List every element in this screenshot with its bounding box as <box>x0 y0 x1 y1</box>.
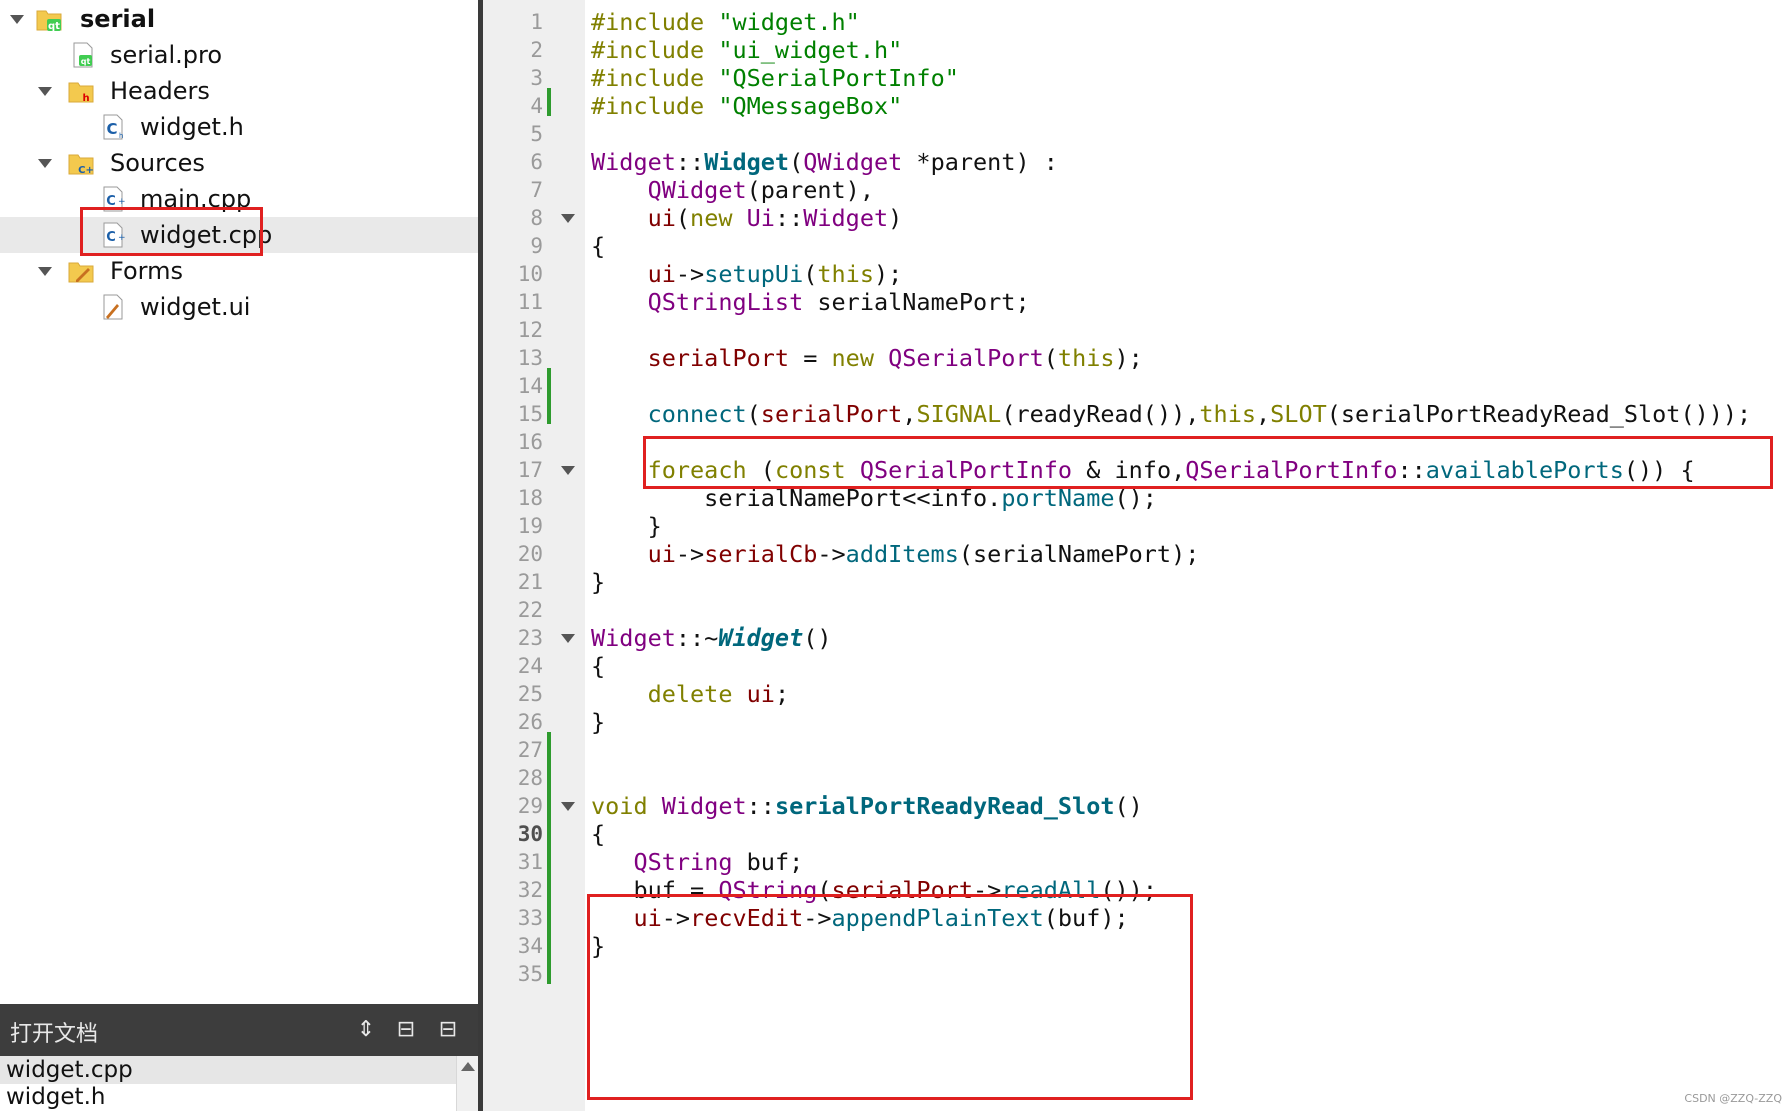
tree-item-main-cpp[interactable]: C + main.cpp <box>0 181 478 217</box>
sources-folder-icon: C+ <box>68 150 94 176</box>
open-documents-list: widget.cpp widget.h <box>0 1056 456 1111</box>
headers-folder-icon: h <box>68 78 94 104</box>
qt-pro-file-icon: qt <box>70 42 96 68</box>
tree-item-label: serial.pro <box>110 41 223 69</box>
code-line[interactable]: QStringList serialNamePort; <box>591 286 1030 318</box>
modified-line-marker <box>547 732 551 984</box>
tree-item-label: widget.h <box>140 113 244 141</box>
code-line[interactable]: serialPort = new QSerialPort(this); <box>591 342 1143 374</box>
tree-item-label: Sources <box>110 149 205 177</box>
code-line[interactable]: #include "QMessageBox" <box>591 90 902 122</box>
open-documents-scrollbar[interactable] <box>456 1056 478 1111</box>
tree-item-serial[interactable]: qt serial <box>0 1 478 37</box>
code-line[interactable]: } <box>591 566 605 598</box>
tree-item-label: serial <box>80 5 156 33</box>
code-line[interactable]: Widget::~Widget() <box>591 622 832 654</box>
tree-item-widget-h[interactable]: Ch widget.h <box>0 109 478 145</box>
tree-item-forms[interactable]: Forms <box>0 253 478 289</box>
code-line[interactable]: connect(serialPort,SIGNAL(readyRead()),t… <box>591 398 1752 430</box>
open-document-item[interactable]: widget.h <box>0 1083 456 1111</box>
tree-item-serial-pro[interactable]: qt serial.pro <box>0 37 478 73</box>
fold-arrow-icon[interactable] <box>561 634 575 643</box>
code-line[interactable]: ui(new Ui::Widget) <box>591 202 903 234</box>
svg-text:qt: qt <box>48 21 60 32</box>
code-line[interactable]: delete ui; <box>591 678 790 710</box>
tree-item-headers[interactable]: h Headers <box>0 73 478 109</box>
forms-folder-icon <box>68 258 94 284</box>
tree-item-label: Headers <box>110 77 210 105</box>
project-tree-panel: qt serial qt serial.pro h Headers Ch widget.h … <box>0 0 478 1111</box>
svg-text:C: C <box>106 230 116 245</box>
expand-arrow-icon[interactable] <box>38 87 52 96</box>
code-line[interactable]: } <box>591 930 605 962</box>
tree-item-label: widget.cpp <box>140 221 273 249</box>
fold-arrow-icon[interactable] <box>561 802 575 811</box>
qt-project-folder-icon: qt <box>36 6 62 32</box>
expand-arrow-icon[interactable] <box>10 15 24 24</box>
fold-arrow-icon[interactable] <box>561 214 575 223</box>
code-line[interactable]: serialNamePort<<info.portName(); <box>591 482 1157 514</box>
svg-text:C: C <box>106 194 116 209</box>
tree-item-label: Forms <box>110 257 183 285</box>
line-number: 35 <box>517 962 543 986</box>
code-line[interactable]: ui->recvEdit->appendPlainText(buf); <box>591 902 1128 934</box>
cpp-file-icon: C + <box>100 222 126 248</box>
expand-arrow-icon[interactable] <box>38 159 52 168</box>
code-line[interactable]: void Widget::serialPortReadyRead_Slot() <box>591 790 1143 822</box>
modified-line-marker <box>547 368 551 424</box>
fold-arrow-icon[interactable] <box>561 466 575 475</box>
tree-item-sources[interactable]: C+ Sources <box>0 145 478 181</box>
tree-item-widget-ui[interactable]: widget.ui <box>0 289 478 325</box>
open-document-item[interactable]: widget.cpp <box>0 1056 456 1084</box>
collapse-panel-icon[interactable]: ⊟ <box>434 1016 462 1044</box>
svg-text:h: h <box>119 132 123 140</box>
modified-line-marker <box>547 88 551 116</box>
svg-text:qt: qt <box>81 57 91 66</box>
svg-text:+: + <box>118 197 126 207</box>
code-line[interactable]: ui->serialCb->addItems(serialNamePort); <box>591 538 1200 570</box>
open-documents-header: 打开文档 ⇕ ⊟ ⊟ <box>0 1004 478 1056</box>
tree-item-label: main.cpp <box>140 185 252 213</box>
svg-text:+: + <box>118 233 126 243</box>
svg-text:h: h <box>82 93 89 104</box>
line-number-gutter: 1 2 3 4 5 6 7 8 9 10 11 12 13 14 15 16 17 18 19 20 21 22 23 24 2… <box>483 0 585 1111</box>
svg-text:C+: C+ <box>78 165 94 176</box>
sort-updown-icon[interactable]: ⇕ <box>352 1016 380 1044</box>
watermark: CSDN @ZZQ-ZZQ <box>1684 1092 1782 1105</box>
header-file-icon: Ch <box>100 114 126 140</box>
svg-text:C: C <box>106 120 117 138</box>
open-documents-title: 打开文档 <box>10 1022 99 1047</box>
code-line[interactable]: } <box>591 706 605 738</box>
expand-arrow-icon[interactable] <box>38 267 52 276</box>
split-add-icon[interactable]: ⊟ <box>392 1016 420 1044</box>
tree-item-label: widget.ui <box>140 293 251 321</box>
code-area[interactable]: #include "widget.h" #include "ui_widget.h… <box>591 0 1790 1111</box>
ui-file-icon <box>100 294 126 320</box>
scroll-up-arrow-icon[interactable] <box>461 1062 475 1071</box>
cpp-file-icon: C + <box>100 186 126 212</box>
tree-item-widget-cpp[interactable]: C + widget.cpp <box>0 217 478 253</box>
code-editor[interactable]: 1 2 3 4 5 6 7 8 9 10 11 12 13 14 15 16 17 18 19 20 21 22 23 24 2… <box>483 0 1790 1111</box>
